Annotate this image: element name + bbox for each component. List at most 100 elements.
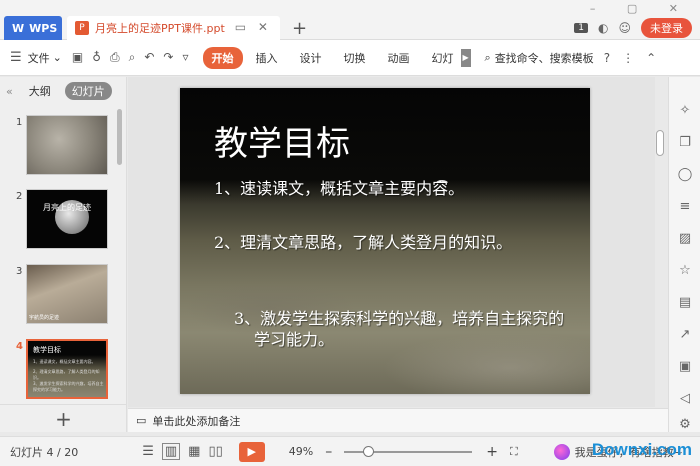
- thumbnail-title: 月亮上的足迹: [43, 203, 91, 212]
- zoom-out-icon[interactable]: –: [325, 444, 332, 460]
- slide-point-2[interactable]: 2、理清文章思路，了解人类登月的知识。: [214, 232, 554, 253]
- zoom-slider[interactable]: [344, 445, 473, 457]
- image-icon[interactable]: ▣: [669, 359, 700, 374]
- collapse-panel-icon[interactable]: «: [6, 85, 13, 98]
- redo-icon[interactable]: ↷: [163, 50, 173, 65]
- picture-icon[interactable]: ▨: [669, 231, 700, 246]
- menu-bar: ☰ 文件 ⌄ ▣ ♁ ⎙ ⌕ ↶ ↷ ▿ 开始 插入 设计 切换 动画 幻灯 ▶…: [0, 40, 700, 76]
- slide-point-1[interactable]: 1、速读课文，概括文章主要内容。: [214, 178, 564, 199]
- tab-outline[interactable]: 大纲: [29, 83, 51, 99]
- notes-icon: ▭: [136, 414, 147, 427]
- slide-number: 4: [16, 341, 23, 352]
- window-count-badge[interactable]: 1: [574, 23, 588, 33]
- zoom-level[interactable]: 49%: [289, 445, 313, 458]
- tabs-scroll-right-icon[interactable]: ▶: [460, 48, 471, 67]
- save-icon[interactable]: ▣: [72, 50, 83, 65]
- notes-view-icon[interactable]: ☰: [142, 444, 154, 459]
- tab-controls[interactable]: ▭ ✕: [235, 20, 272, 34]
- tab-slides[interactable]: 幻灯片: [64, 82, 112, 100]
- help-icon[interactable]: ?: [604, 51, 610, 65]
- copy-icon[interactable]: ❐: [669, 135, 700, 150]
- collapse-ribbon-icon[interactable]: ⌃: [646, 51, 656, 65]
- view-switcher: ☰ ▥ ▦ ▯▯: [142, 443, 223, 460]
- notes-bar[interactable]: ▭ 单击此处添加备注: [128, 408, 668, 432]
- canvas-scrollbar[interactable]: [656, 130, 664, 156]
- title-bar: – ▢ ✕ W WPS P 月亮上的足迹PPT课件.ppt ▭ ✕ + 1 ◐ …: [0, 0, 700, 40]
- menubar-right: ? ⋮ ⌃: [604, 51, 656, 65]
- search-icon: ⌕: [484, 50, 491, 64]
- wps-logo-icon: W: [12, 21, 25, 35]
- slide-number: 1: [16, 117, 23, 128]
- magic-icon[interactable]: ✧: [669, 103, 700, 118]
- star-icon[interactable]: ☆: [669, 263, 700, 278]
- current-slide[interactable]: 教学目标 1、速读课文，概括文章主要内容。 2、理清文章思路，了解人类登月的知识…: [180, 88, 590, 394]
- play-slideshow-button[interactable]: ▶: [238, 441, 265, 462]
- customize-icon[interactable]: ▿: [182, 50, 188, 65]
- tab-design[interactable]: 设计: [291, 47, 331, 69]
- wps-home-tab[interactable]: W WPS: [4, 16, 62, 40]
- normal-view-icon[interactable]: ▥: [161, 443, 181, 460]
- slide-number: 2: [16, 191, 23, 202]
- settings-icon[interactable]: ⚙: [669, 417, 700, 432]
- tab-insert[interactable]: 插入: [247, 47, 287, 69]
- layout-icon[interactable]: ▤: [669, 295, 700, 310]
- zoom-in-icon[interactable]: +: [486, 444, 498, 460]
- tab-slideshow[interactable]: 幻灯: [423, 47, 463, 69]
- slide-sorter-icon[interactable]: ▦: [188, 444, 200, 459]
- document-tab[interactable]: P 月亮上的足迹PPT课件.ppt ▭ ✕: [67, 16, 280, 40]
- slide-point-3[interactable]: 3、激发学生探索科学的兴趣，培养自主探究的学习能力。: [234, 308, 572, 350]
- thumbnail-title: 教学目标: [33, 346, 61, 354]
- panel-scrollbar[interactable]: [117, 109, 122, 165]
- thumbnail-current-slide: 教学目标 1、速读课文，概括文章主要内容。 2、理清文章思路，了解人类登月的知识…: [26, 339, 108, 399]
- play-icon: ▶: [247, 445, 256, 458]
- login-button[interactable]: 未登录: [641, 18, 692, 38]
- quick-access-toolbar: ▣ ♁ ⎙ ⌕ ↶ ↷ ▿: [72, 50, 189, 65]
- slide-thumbnail[interactable]: 3 宇航员的足迹: [0, 260, 118, 324]
- print-icon[interactable]: ⎙: [110, 50, 120, 65]
- assistant-avatar-icon: [553, 443, 570, 460]
- new-tab-button[interactable]: +: [292, 18, 307, 39]
- share-icon[interactable]: ↗: [669, 327, 700, 342]
- user-center-icon[interactable]: ☺: [618, 21, 631, 35]
- slide-thumbnail[interactable]: 1: [0, 111, 118, 175]
- document-tab-label: 月亮上的足迹PPT课件.ppt: [95, 22, 225, 35]
- slide-number: 3: [16, 266, 23, 277]
- command-search-label: 查找命令、搜索模板: [494, 51, 594, 65]
- sound-icon[interactable]: ◁: [669, 391, 700, 406]
- window-controls[interactable]: – ▢ ✕: [590, 2, 692, 15]
- fit-window-icon[interactable]: ⛶: [510, 445, 518, 459]
- slide-thumbnail[interactable]: 2 月亮上的足迹: [0, 185, 118, 249]
- menu-icon[interactable]: ☰: [10, 50, 22, 65]
- thumbnail-footprint-image: [26, 115, 108, 175]
- watermark-logo: Downxi.com: [591, 440, 692, 459]
- undo-icon[interactable]: ↶: [144, 50, 154, 65]
- titlebar-right: 1 ◐ ☺ 未登录: [574, 18, 692, 38]
- slide-info: 幻灯片 4 / 20: [10, 445, 79, 459]
- thumbnail-line: 1、速读课文，概括文章主要内容。: [33, 359, 96, 364]
- print-preview-icon[interactable]: ⌕: [129, 50, 136, 65]
- adjust-icon[interactable]: ≡: [669, 199, 700, 214]
- thumbnail-line: 3、激发学生探索科学的兴趣，培养自主探究的学习能力。: [33, 381, 104, 392]
- wps-tab-label: WPS: [29, 21, 58, 35]
- right-sidebar: ✧ ❐ ◯ ≡ ▨ ☆ ▤ ↗ ▣ ◁ ⚙: [668, 77, 700, 432]
- more-icon[interactable]: ⋮: [622, 51, 634, 65]
- slide-thumbnail-current[interactable]: 4 教学目标 1、速读课文，概括文章主要内容。 2、理清文章思路，了解人类登月的…: [0, 335, 118, 399]
- reading-view-icon[interactable]: ▯▯: [208, 444, 222, 459]
- tab-transition[interactable]: 切换: [335, 47, 375, 69]
- zoom-slider-knob[interactable]: [363, 445, 375, 457]
- chevron-down-icon: ⌄: [52, 51, 62, 64]
- slide-canvas: 教学目标 1、速读课文，概括文章主要内容。 2、理清文章思路，了解人类登月的知识…: [128, 77, 655, 407]
- ppt-file-icon: P: [75, 21, 89, 35]
- format-painter-icon[interactable]: ♁: [92, 50, 101, 65]
- shape-icon[interactable]: ◯: [669, 167, 700, 182]
- tab-home[interactable]: 开始: [202, 46, 243, 69]
- file-menu[interactable]: 文件 ⌄: [28, 50, 62, 66]
- notes-placeholder: 单击此处添加备注: [152, 414, 241, 428]
- add-slide-button[interactable]: +: [0, 404, 127, 432]
- command-search[interactable]: ⌕ 查找命令、搜索模板: [485, 50, 594, 66]
- skin-icon[interactable]: ◐: [598, 21, 608, 35]
- slide-title[interactable]: 教学目标: [214, 116, 350, 165]
- tab-animation[interactable]: 动画: [379, 47, 419, 69]
- thumbnail-caption: 宇航员的足迹: [29, 315, 60, 321]
- thumbnail-boot-image: 宇航员的足迹: [26, 264, 108, 324]
